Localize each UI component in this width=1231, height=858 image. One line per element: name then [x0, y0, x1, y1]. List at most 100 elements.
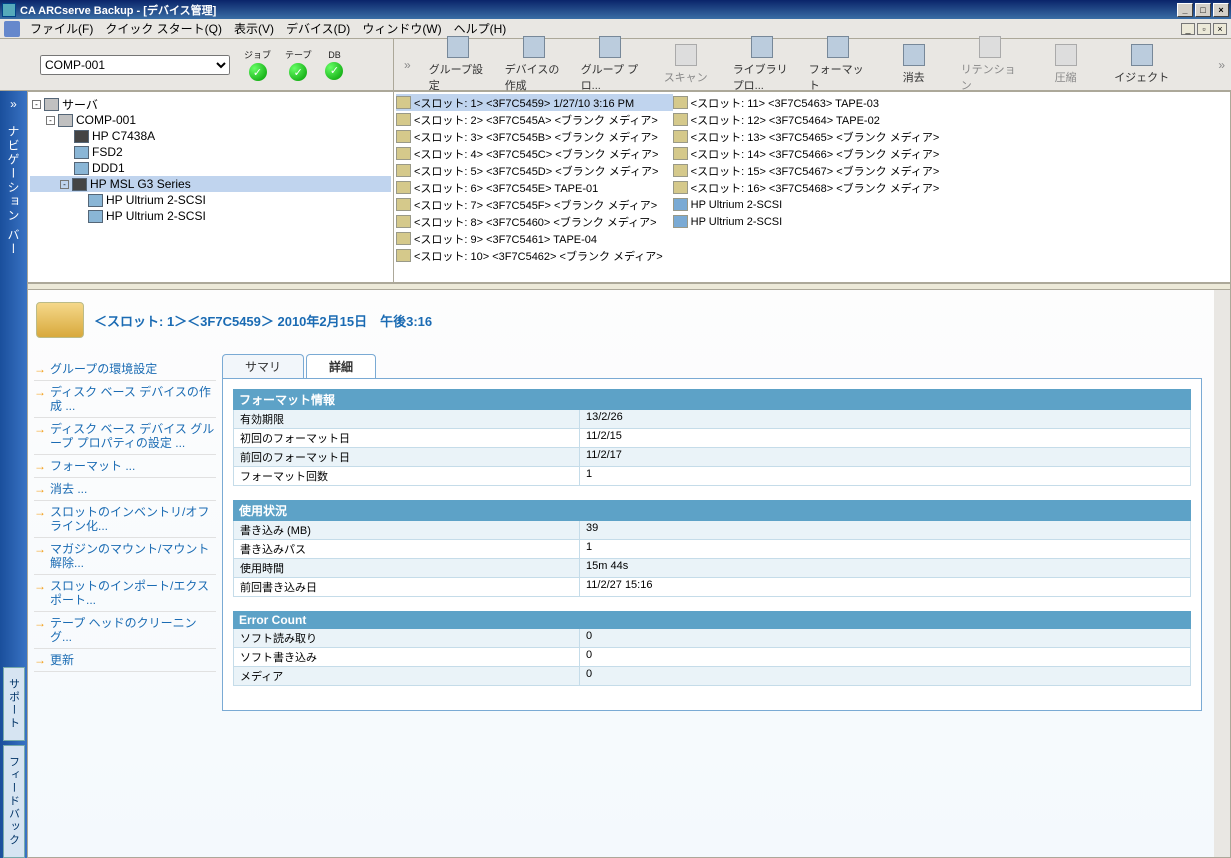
- status-job[interactable]: ジョブ✓: [244, 48, 271, 81]
- link-magazine[interactable]: →マガジンのマウント/マウント解除...: [34, 538, 216, 575]
- section-error-count: Error Countソフト読み取り0ソフト書き込み0メディア0: [233, 611, 1191, 686]
- section-header: フォーマット情報: [233, 389, 1191, 410]
- link-import-export[interactable]: →スロットのインポート/エクスポート...: [34, 575, 216, 612]
- tape-slot-icon: [396, 147, 411, 160]
- tape-slot-icon: [673, 181, 688, 194]
- slot-item[interactable]: <スロット: 11> <3F7C5463> TAPE-03: [673, 94, 950, 111]
- tree-node-selected[interactable]: -HP MSL G3 Series: [30, 176, 391, 192]
- tool-retention: リテンション: [961, 36, 1019, 93]
- status-db[interactable]: DB✓: [325, 50, 343, 80]
- slot-item[interactable]: <スロット: 14> <3F7C5466> <ブランク メディア>: [673, 145, 950, 162]
- tape-slot-icon: [673, 164, 688, 177]
- action-links: →グループの環境設定 →ディスク ベース デバイスの作成 ... →ディスク ベ…: [32, 356, 222, 711]
- library-icon: [72, 178, 87, 191]
- slot-item[interactable]: <スロット: 2> <3F7C545A> <ブランク メディア>: [396, 111, 673, 128]
- slot-item[interactable]: <スロット: 7> <3F7C545F> <ブランク メディア>: [396, 196, 673, 213]
- server-root-icon: [44, 98, 59, 111]
- slot-item[interactable]: <スロット: 9> <3F7C5461> TAPE-04: [396, 230, 673, 247]
- section-format-info: フォーマット情報有効期限13/2/26初回のフォーマット日11/2/15前回のフ…: [233, 389, 1191, 486]
- table-row: 前回のフォーマット日11/2/17: [233, 448, 1191, 467]
- titlebar: CA ARCserve Backup - [デバイス管理] _ □ ×: [0, 0, 1231, 19]
- tape-drive-icon: [88, 194, 103, 207]
- tape-slot-icon: [673, 147, 688, 160]
- nav-expand-icon[interactable]: »: [10, 91, 17, 117]
- menu-quickstart[interactable]: クイック スタート(Q): [99, 18, 228, 39]
- tool-eject[interactable]: イジェクト: [1113, 44, 1171, 85]
- table-row: ソフト読み取り0: [233, 629, 1191, 648]
- mdi-minimize-button[interactable]: _: [1181, 23, 1195, 35]
- slot-item[interactable]: <スロット: 13> <3F7C5465> <ブランク メディア>: [673, 128, 950, 145]
- link-erase[interactable]: →消去 ...: [34, 478, 216, 501]
- tool-create-device[interactable]: デバイスの作成: [505, 36, 563, 93]
- device-tree[interactable]: -サーバ -COMP-001 HP C7438A FSD2 DDD1 -HP M…: [28, 92, 394, 282]
- nav-tab-support[interactable]: サポート: [3, 667, 25, 741]
- server-icon: [58, 114, 73, 127]
- tool-library-prop[interactable]: ライブラリ プロ...: [733, 36, 791, 93]
- link-disk-dev-create[interactable]: →ディスク ベース デバイスの作成 ...: [34, 381, 216, 418]
- tool-erase[interactable]: 消去: [885, 44, 943, 85]
- slot-item[interactable]: <スロット: 8> <3F7C5460> <ブランク メディア>: [396, 213, 673, 230]
- detail-header: ＜スロット: 1＞＜3F7C5459＞ 2010年2月15日 午後3:16: [32, 298, 1202, 356]
- menu-view[interactable]: 表示(V): [228, 18, 280, 39]
- section-header: Error Count: [233, 611, 1191, 629]
- media-icon: [36, 302, 84, 338]
- mdi-restore-button[interactable]: ▫: [1197, 23, 1211, 35]
- slot-item[interactable]: <スロット: 1> <3F7C5459> 1/27/10 3:16 PM: [396, 94, 673, 111]
- tape-slot-icon: [396, 232, 411, 245]
- subtoolbar: COMP-001 ジョブ✓ テープ✓ DB✓ » グループ設定 デバイスの作成 …: [0, 39, 1231, 91]
- minimize-button[interactable]: _: [1177, 3, 1193, 17]
- tab-summary[interactable]: サマリ: [222, 354, 304, 378]
- menu-file[interactable]: ファイル(F): [24, 18, 99, 39]
- tool-format[interactable]: フォーマット: [809, 36, 867, 93]
- tape-drive-icon: [673, 198, 688, 211]
- server-select[interactable]: COMP-001: [40, 55, 230, 75]
- slot-item[interactable]: <スロット: 16> <3F7C5468> <ブランク メディア>: [673, 179, 950, 196]
- drive-item[interactable]: HP Ultrium 2-SCSI: [673, 213, 950, 230]
- tape-drive-icon: [673, 215, 688, 228]
- table-row: フォーマット回数1: [233, 467, 1191, 486]
- tape-slot-icon: [396, 249, 411, 262]
- menu-app-icon: [4, 21, 20, 37]
- table-row: 書き込み (MB)39: [233, 521, 1191, 540]
- link-format[interactable]: →フォーマット ...: [34, 455, 216, 478]
- close-button[interactable]: ×: [1213, 3, 1229, 17]
- link-inventory[interactable]: →スロットのインベントリ/オフライン化...: [34, 501, 216, 538]
- tape-drive-icon: [88, 210, 103, 223]
- slot-item[interactable]: <スロット: 12> <3F7C5464> TAPE-02: [673, 111, 950, 128]
- tool-scan: スキャン: [657, 44, 715, 85]
- nav-tab-feedback[interactable]: フィードバック: [3, 745, 25, 858]
- menu-device[interactable]: デバイス(D): [280, 18, 356, 39]
- tool-compress: 圧縮: [1037, 44, 1095, 85]
- tab-detail[interactable]: 詳細: [306, 354, 376, 378]
- link-head-clean[interactable]: →テープ ヘッドのクリーニング...: [34, 612, 216, 649]
- detail-panel: フォーマット情報有効期限13/2/26初回のフォーマット日11/2/15前回のフ…: [222, 378, 1202, 711]
- tape-slot-icon: [396, 113, 411, 126]
- toolbar: » グループ設定 デバイスの作成 グループ プロ... スキャン ライブラリ プ…: [393, 39, 1231, 90]
- link-disk-group-prop[interactable]: →ディスク ベース デバイス グループ プロパティの設定 ...: [34, 418, 216, 455]
- link-group-env[interactable]: →グループの環境設定: [34, 358, 216, 381]
- detail-heading: ＜スロット: 1＞＜3F7C5459＞ 2010年2月15日 午後3:16: [94, 311, 432, 330]
- tool-group-prop[interactable]: グループ プロ...: [581, 36, 639, 93]
- tape-slot-icon: [396, 215, 411, 228]
- slot-item[interactable]: <スロット: 5> <3F7C545D> <ブランク メディア>: [396, 162, 673, 179]
- mdi-close-button[interactable]: ×: [1213, 23, 1227, 35]
- link-refresh[interactable]: →更新: [34, 649, 216, 672]
- tape-slot-icon: [673, 113, 688, 126]
- slot-item[interactable]: <スロット: 3> <3F7C545B> <ブランク メディア>: [396, 128, 673, 145]
- table-row: 使用時間15m 44s: [233, 559, 1191, 578]
- tool-group-settings[interactable]: グループ設定: [429, 36, 487, 93]
- tape-slot-icon: [396, 198, 411, 211]
- slot-item[interactable]: <スロット: 10> <3F7C5462> <ブランク メディア>: [396, 247, 673, 264]
- status-tape[interactable]: テープ✓: [285, 48, 311, 81]
- slot-item[interactable]: <スロット: 6> <3F7C545E> TAPE-01: [396, 179, 673, 196]
- table-row: 初回のフォーマット日11/2/15: [233, 429, 1191, 448]
- tape-slot-icon: [396, 96, 411, 109]
- slot-item[interactable]: <スロット: 4> <3F7C545C> <ブランク メディア>: [396, 145, 673, 162]
- scrollbar[interactable]: [1214, 290, 1230, 857]
- app-icon: [2, 3, 16, 17]
- slot-item[interactable]: <スロット: 15> <3F7C5467> <ブランク メディア>: [673, 162, 950, 179]
- drive-item[interactable]: HP Ultrium 2-SCSI: [673, 196, 950, 213]
- tape-slot-icon: [396, 130, 411, 143]
- slot-list[interactable]: <スロット: 1> <3F7C5459> 1/27/10 3:16 PM<スロッ…: [394, 92, 1230, 282]
- maximize-button[interactable]: □: [1195, 3, 1211, 17]
